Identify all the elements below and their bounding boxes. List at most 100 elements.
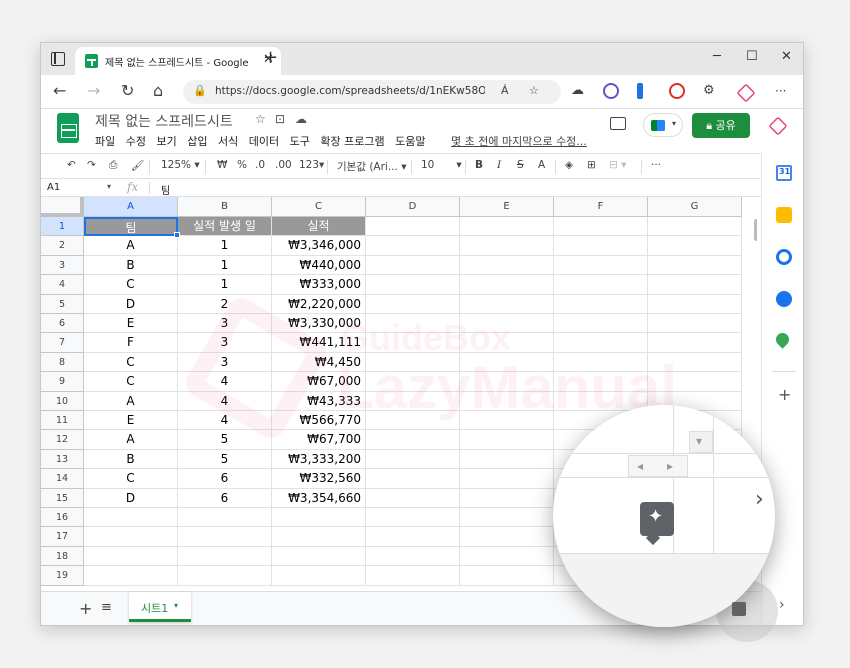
grid-cell[interactable]: [460, 333, 554, 353]
redo-icon[interactable]: ↷: [87, 159, 96, 171]
grid-cell[interactable]: [460, 352, 554, 373]
lock-icon[interactable]: 🔒: [193, 84, 207, 97]
menu-data[interactable]: 데이터: [249, 135, 279, 148]
row-header[interactable]: 7: [41, 333, 84, 353]
grid-cell[interactable]: [366, 352, 460, 373]
scroll-right-icon[interactable]: ▸: [667, 459, 673, 473]
grid-cell[interactable]: ₩67,700: [272, 430, 366, 450]
grid-cell[interactable]: 6: [178, 469, 272, 489]
grid-cell[interactable]: ₩43,333: [272, 391, 366, 411]
row-header[interactable]: 15: [41, 488, 84, 508]
grid-cell[interactable]: [648, 333, 742, 353]
scroll-down-button[interactable]: ▾: [689, 431, 713, 453]
undo-icon[interactable]: ↶: [67, 159, 76, 171]
row-header[interactable]: 18: [41, 546, 84, 567]
tasks-icon[interactable]: [776, 249, 792, 265]
grid-cell[interactable]: E: [84, 411, 178, 431]
close-window-button[interactable]: ✕: [781, 49, 792, 64]
grid-cell[interactable]: [366, 430, 460, 450]
sheet-tab[interactable]: 시트1 ▾: [129, 592, 191, 622]
grid-cell[interactable]: [554, 236, 648, 256]
grid-cell[interactable]: [366, 449, 460, 470]
grid-cell[interactable]: [648, 217, 742, 237]
grid-cell[interactable]: [366, 391, 460, 411]
grid-cell[interactable]: C: [84, 352, 178, 373]
calendar-icon[interactable]: [776, 165, 792, 181]
column-header-d[interactable]: D: [366, 197, 460, 217]
maps-icon[interactable]: [773, 330, 792, 349]
grid-cell[interactable]: ₩67,000: [272, 372, 366, 392]
percent-format-button[interactable]: %: [237, 159, 247, 171]
formula-input[interactable]: 팀: [161, 182, 170, 197]
extensions-icon[interactable]: ⚙: [703, 82, 715, 100]
grid-cell[interactable]: 1: [178, 275, 272, 295]
font-select[interactable]: 기본값 (Ari... ▾: [337, 159, 406, 174]
grid-cell[interactable]: [178, 546, 272, 567]
explore-icon[interactable]: [732, 602, 746, 616]
grid-cell[interactable]: [460, 469, 554, 489]
profile-hex-icon[interactable]: [736, 83, 756, 103]
grid-cell[interactable]: [460, 294, 554, 314]
grid-cell[interactable]: 1: [178, 255, 272, 276]
select-all-corner[interactable]: [41, 197, 84, 217]
addon-hex-icon[interactable]: [768, 116, 788, 136]
keep-icon[interactable]: [776, 207, 792, 223]
grid-cell[interactable]: 6: [178, 488, 272, 508]
grid-cell[interactable]: [366, 566, 460, 586]
row-header[interactable]: 14: [41, 469, 84, 489]
menu-extensions[interactable]: 확장 프로그램: [320, 135, 384, 148]
grid-cell[interactable]: D: [84, 294, 178, 314]
zoom-select[interactable]: 125% ▾: [161, 159, 200, 171]
grid-cell[interactable]: [178, 508, 272, 528]
extension-copilot-icon[interactable]: [603, 83, 619, 99]
text-color-button[interactable]: A: [538, 159, 545, 171]
grid-cell[interactable]: ₩332,560: [272, 469, 366, 489]
grid-cell[interactable]: [366, 372, 460, 392]
row-header[interactable]: 6: [41, 314, 84, 334]
grid-cell[interactable]: [648, 255, 742, 276]
forward-icon[interactable]: →: [87, 82, 100, 100]
grid-cell[interactable]: B: [84, 255, 178, 276]
column-header-e[interactable]: E: [460, 197, 554, 217]
url-text[interactable]: https://docs.google.com/spreadsheets/d/1…: [215, 85, 485, 97]
row-header[interactable]: 13: [41, 449, 84, 470]
scroll-left-icon[interactable]: ◂: [637, 459, 643, 473]
grid-cell[interactable]: [648, 314, 742, 334]
row-header[interactable]: 19: [41, 566, 84, 586]
chevron-down-icon[interactable]: ▾: [107, 182, 111, 191]
chevron-right-icon[interactable]: ›: [779, 597, 785, 613]
share-button[interactable]: 🔒︎ 공유: [692, 113, 750, 138]
move-folder-icon[interactable]: ⊡: [275, 112, 285, 126]
cloud-icon[interactable]: ☁: [571, 82, 584, 100]
menu-format[interactable]: 서식: [218, 135, 238, 148]
selection-handle[interactable]: [174, 232, 180, 239]
grid-cell[interactable]: [460, 314, 554, 334]
grid-cell[interactable]: [272, 566, 366, 586]
grid-cell[interactable]: [272, 546, 366, 567]
grid-cell[interactable]: [460, 488, 554, 508]
grid-cell[interactable]: [460, 546, 554, 567]
grid-cell[interactable]: [460, 430, 554, 450]
grid-cell[interactable]: [554, 294, 648, 314]
maximize-button[interactable]: ☐: [746, 49, 758, 64]
grid-cell[interactable]: 3: [178, 333, 272, 353]
document-title[interactable]: 제목 없는 스프레드시트: [95, 111, 233, 131]
vertical-scrollbar[interactable]: [754, 219, 757, 241]
sheets-logo-icon[interactable]: [57, 113, 79, 143]
add-sheet-button[interactable]: +: [79, 599, 92, 618]
all-sheets-button[interactable]: ≡: [101, 600, 112, 615]
last-edit-link[interactable]: 몇 초 전에 마지막으로 수정...: [451, 133, 587, 149]
grid-cell[interactable]: B: [84, 449, 178, 470]
add-addon-icon[interactable]: +: [778, 385, 791, 404]
borders-icon[interactable]: ⊞: [587, 159, 596, 171]
star-icon[interactable]: ☆: [255, 112, 266, 126]
home-icon[interactable]: ⌂: [153, 82, 163, 100]
grid-cell[interactable]: [460, 411, 554, 431]
increase-decimal-button[interactable]: .00: [275, 159, 292, 171]
grid-cell[interactable]: [366, 411, 460, 431]
minimize-button[interactable]: ─: [713, 49, 721, 64]
grid-cell[interactable]: [554, 333, 648, 353]
fill-color-icon[interactable]: ◈: [565, 159, 573, 171]
grid-cell[interactable]: E: [84, 314, 178, 334]
read-aloud-icon[interactable]: Á: [501, 84, 509, 97]
